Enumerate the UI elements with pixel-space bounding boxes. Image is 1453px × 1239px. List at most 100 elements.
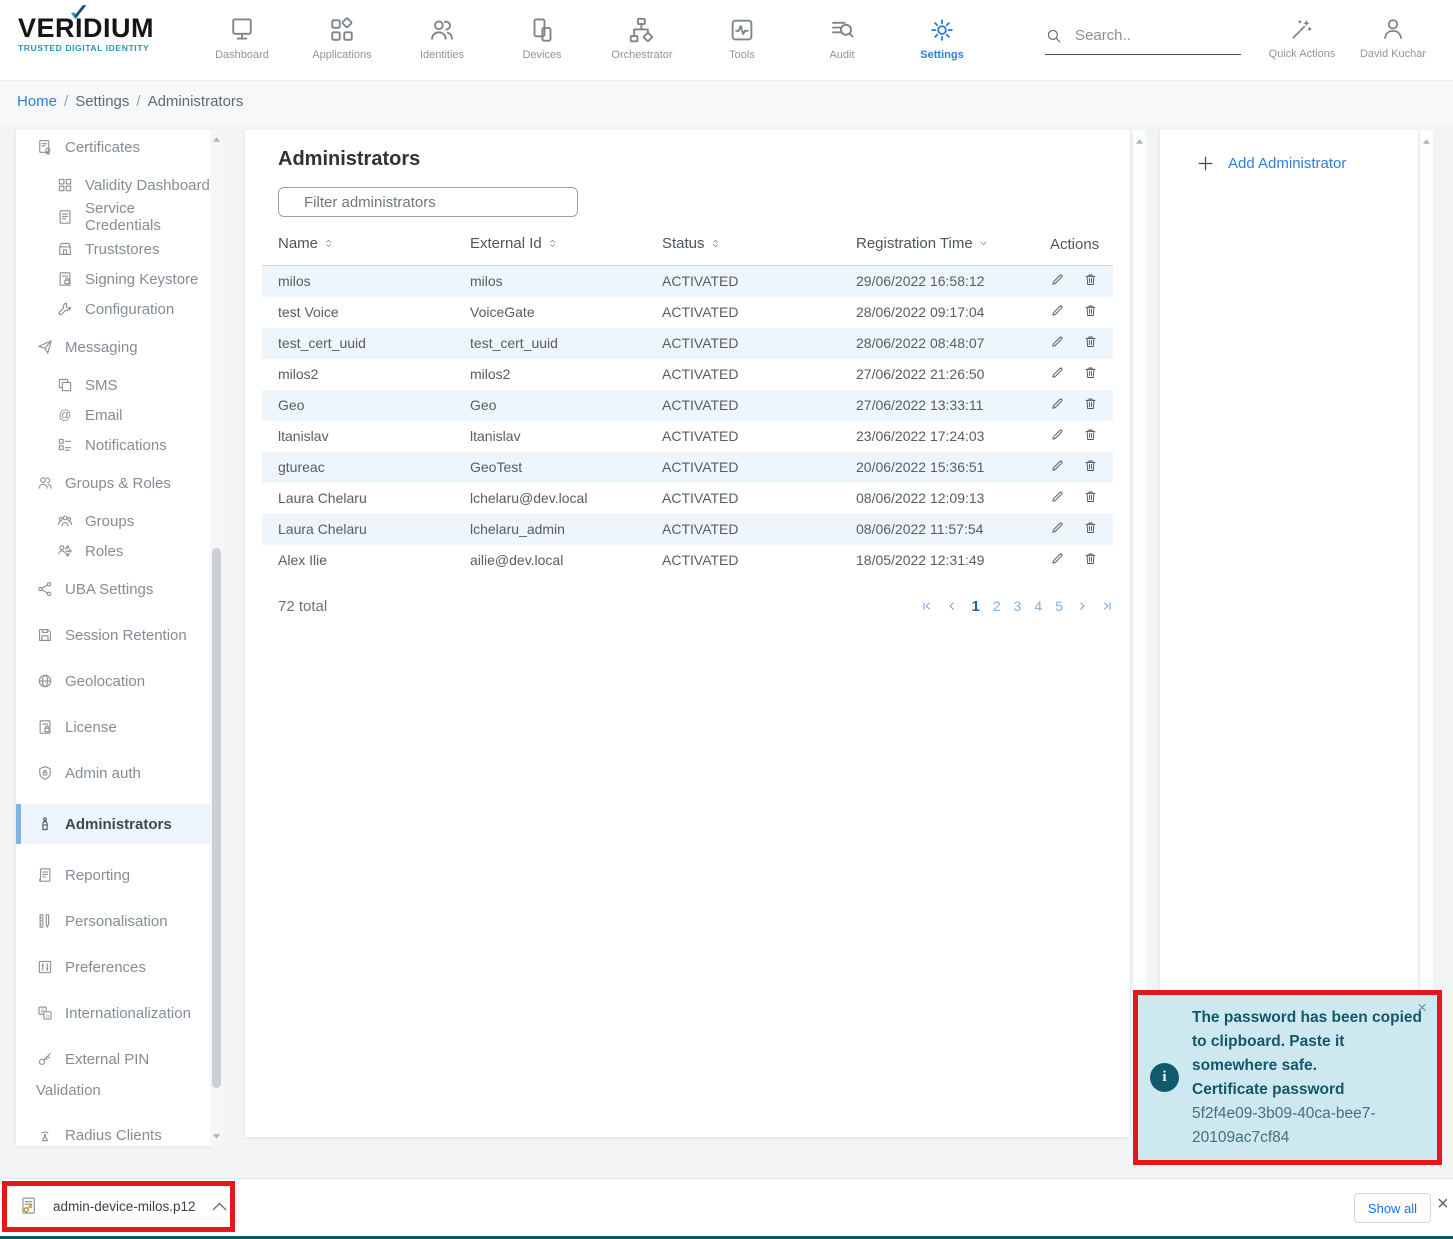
nav-item-tools[interactable]: Tools [692,8,792,61]
sidebar-item-label: Reporting [65,867,130,884]
admin-row: test VoiceVoiceGateACTIVATED28/06/2022 0… [262,297,1113,328]
sidebar-item-signing-keystore[interactable]: Signing Keystore [16,264,210,294]
column-header-external-id[interactable]: External Id [454,225,646,266]
pagination-next-button[interactable] [1076,600,1088,612]
nav-item-applications[interactable]: Applications [292,8,392,61]
edit-button[interactable] [1050,272,1065,290]
nav-item-identities[interactable]: Identities [392,8,492,61]
sidebar-item-session-retention[interactable]: Session Retention [16,620,210,650]
cell-actions [1034,514,1113,545]
edit-button[interactable] [1050,303,1065,321]
global-search[interactable] [1045,26,1241,55]
column-header-name[interactable]: Name [262,225,454,266]
pagination-prev-button[interactable] [946,600,958,612]
sidebar-scrollbar[interactable] [210,130,223,1146]
delete-button[interactable] [1083,520,1098,538]
pagination-first-button[interactable] [921,600,933,612]
sidebar-item-messaging[interactable]: Messaging [16,332,210,362]
edit-button[interactable] [1050,334,1065,352]
sidebar-item-notifications[interactable]: Notifications [16,430,210,460]
nav-item-orchestrator[interactable]: Orchestrator [592,8,692,61]
cell-actions [1034,452,1113,483]
sidebar-item-service-credentials[interactable]: Service Credentials [16,200,210,234]
delete-button[interactable] [1083,334,1098,352]
sidebar-item-external-pin-validation[interactable]: External PIN Validation [16,1044,210,1104]
store-icon [56,240,74,258]
edit-button[interactable] [1050,489,1065,507]
sidebar-item-sms[interactable]: SMS [16,370,210,400]
scroll-down-arrow-icon[interactable] [210,1130,223,1144]
sidebar-item-admin-auth[interactable]: Admin auth [16,758,210,788]
scroll-up-arrow-icon[interactable] [1133,134,1146,148]
cell-registration-time: 28/06/2022 09:17:04 [840,297,1034,328]
sidebar-item-certificates[interactable]: Certificates [16,132,210,162]
sidebar-item-geolocation[interactable]: Geolocation [16,666,210,696]
edit-button[interactable] [1050,365,1065,383]
column-header-status[interactable]: Status [646,225,840,266]
admin-row: ltanislavltanislavACTIVATED23/06/2022 17… [262,421,1113,452]
show-all-downloads-button[interactable]: Show all [1354,1193,1431,1223]
sidebar-item-groups[interactable]: Groups [16,506,210,536]
scroll-up-arrow-icon[interactable] [210,132,223,146]
sidebar-item-label: Signing Keystore [85,271,198,288]
pagination-page-4[interactable]: 4 [1034,598,1042,614]
pagination-last-button[interactable] [1101,600,1113,612]
nav-item-dashboard[interactable]: Dashboard [192,8,292,61]
delete-button[interactable] [1083,396,1098,414]
delete-button[interactable] [1083,551,1098,569]
sidebar-item-groups-roles[interactable]: Groups & Roles [16,468,210,498]
user-menu[interactable]: David Kuchar [1350,10,1436,60]
pagination-page-3[interactable]: 3 [1014,598,1022,614]
sidebar-item-license[interactable]: License [16,712,210,742]
sidebar-item-personalisation[interactable]: Personalisation [16,906,210,936]
chevron-up-icon[interactable] [209,1196,230,1217]
pagination-page-2[interactable]: 2 [993,598,1001,614]
copy-icon [56,376,74,394]
delete-button[interactable] [1083,303,1098,321]
sidebar-item-preferences[interactable]: Preferences [16,952,210,982]
edit-button[interactable] [1050,520,1065,538]
pagination-page-5[interactable]: 5 [1055,598,1063,614]
scrollbar-thumb[interactable] [212,548,221,1088]
search-input[interactable] [1073,26,1241,45]
quick-actions-button[interactable]: Quick Actions [1262,10,1342,60]
toast-close-icon[interactable]: × [1417,998,1427,1018]
sidebar-item-truststores[interactable]: Truststores [16,234,210,264]
delete-button[interactable] [1083,365,1098,383]
edit-button[interactable] [1050,458,1065,476]
sidebar-item-reporting[interactable]: Reporting [16,860,210,890]
sidebar-item-email[interactable]: @Email [16,400,210,430]
sidebar-item-uba-settings[interactable]: UBA Settings [16,574,210,604]
sidebar-item-validity-dashboard[interactable]: Validity Dashboard [16,170,210,200]
nav-item-devices[interactable]: Devices [492,8,592,61]
pagination-page-1[interactable]: 1 [971,598,979,615]
sidebar-item-roles[interactable]: Roles [16,536,210,566]
sidebar-item-configuration[interactable]: Configuration [16,294,210,324]
downloads-bar-close-icon[interactable]: × [1437,1193,1449,1216]
breadcrumb-home[interactable]: Home [17,93,57,110]
search-icon [1045,27,1063,45]
column-label: External Id [470,235,542,252]
nav-item-settings[interactable]: Settings [892,8,992,61]
sidebar-item-radius-clients[interactable]: Radius Clients [16,1120,210,1146]
downloaded-file-item[interactable]: admin-device-milos.p12 [7,1196,230,1217]
veridium-logo[interactable]: VERIDIUM TRUSTED DIGITAL IDENTITY [18,13,188,53]
breadcrumb-settings[interactable]: Settings [75,93,129,110]
scroll-up-arrow-icon[interactable] [1420,134,1433,148]
filter-administrators-input[interactable] [278,187,578,217]
edit-button[interactable] [1050,396,1065,414]
brand-tagline: TRUSTED DIGITAL IDENTITY [18,43,188,53]
delete-button[interactable] [1083,489,1098,507]
edit-button[interactable] [1050,427,1065,445]
add-administrator-button[interactable]: Add Administrator [1160,130,1418,173]
edit-button[interactable] [1050,551,1065,569]
nav-item-audit[interactable]: Audit [792,8,892,61]
delete-button[interactable] [1083,427,1098,445]
column-header-registration-time[interactable]: Registration Time [840,225,1034,266]
delete-button[interactable] [1083,272,1098,290]
sidebar-item-internationalization[interactable]: AaInternationalization [16,998,210,1028]
delete-button[interactable] [1083,458,1098,476]
main-scrollbar[interactable] [1133,130,1146,1137]
sidebar-item-administrators[interactable]: Administrators [16,804,210,844]
shield-lock-icon [36,764,54,782]
